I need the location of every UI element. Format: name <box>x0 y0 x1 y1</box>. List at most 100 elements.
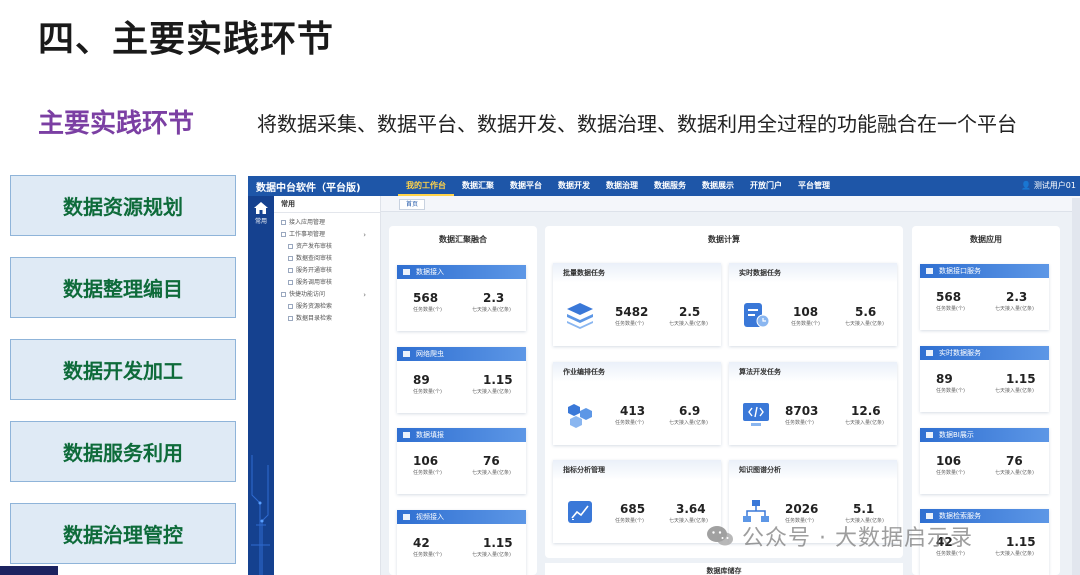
metric-label: 七天接入量(亿条) <box>669 518 708 524</box>
metric-value: 2.5 <box>679 305 701 319</box>
watermark-text: 公众号 · 大数据启示录 <box>742 526 973 551</box>
menu-item-label: 服务调用审核 <box>296 279 333 286</box>
doc-icon <box>288 316 293 321</box>
realtime-icon <box>926 350 933 356</box>
chart-icon <box>568 501 592 523</box>
metric-value: 76 <box>1006 454 1023 468</box>
metric-value: 413 <box>620 404 646 418</box>
metric-count: 106 任务数量(个) <box>413 454 442 476</box>
metric-label: 任务数量(个) <box>936 306 965 312</box>
stat-card[interactable]: 数据BI展示 106 任务数量(个) 76 七天接入量(亿条) <box>920 428 1049 494</box>
scrollbar[interactable] <box>1072 198 1080 575</box>
metric-value: 5.6 <box>855 305 877 319</box>
metric-value: 76 <box>483 454 500 468</box>
user-menu[interactable]: 👤 测试用户01 <box>1021 176 1076 196</box>
compute-card[interactable]: 作业编排任务 413 任务数量(个) 6.9 七天接入量(亿条) <box>553 362 721 445</box>
metric-value: 12.6 <box>851 404 881 418</box>
stat-card[interactable]: 数据填报 106 任务数量(个) 76 七天接入量(亿条) <box>397 428 526 494</box>
doc-icon <box>288 280 293 285</box>
menu-heading: 常用 <box>274 196 380 213</box>
compute-card[interactable]: 指标分析管理 685 任务数量(个) 3.64 七天接入量(亿条) <box>553 460 721 543</box>
doc-icon <box>288 304 293 309</box>
metric-volume: 5.6 七天接入量(亿条) <box>845 305 884 327</box>
metric-value: 89 <box>936 372 953 386</box>
search-icon <box>926 513 933 519</box>
card-title: 网络爬虫 <box>416 350 444 358</box>
card-title: 作业编排任务 <box>553 362 721 382</box>
step-box: 数据服务利用 <box>10 421 236 482</box>
metric-label: 任务数量(个) <box>615 321 644 327</box>
menu-item[interactable]: 数据查阅审核 <box>274 253 380 265</box>
menu-item-label: 数据查阅审核 <box>296 255 333 262</box>
storage-section-title: 数据库储存 <box>545 563 903 575</box>
stat-card[interactable]: 实时数据服务 89 任务数量(个) 1.15 七天接入量(亿条) <box>920 346 1049 412</box>
metric-label: 任务数量(个) <box>615 420 644 426</box>
stat-card[interactable]: 网络爬虫 89 任务数量(个) 1.15 七天接入量(亿条) <box>397 347 526 413</box>
side-menu: 常用 接入应用管理 工作事项管理 › 资产发布审核 数据查阅审核 服务开通审核 服… <box>274 196 381 575</box>
card-title: 算法开发任务 <box>729 362 897 382</box>
sidebar-label: 常用 <box>254 218 267 225</box>
menu-item[interactable]: 快捷功能访问 › <box>274 289 380 301</box>
metric-volume: 76 七天接入量(亿条) <box>472 454 511 476</box>
menu-item[interactable]: 工作事项管理 › <box>274 229 380 241</box>
metric-volume: 1.15 七天接入量(亿条) <box>995 372 1036 394</box>
card-title: 数据填报 <box>416 431 444 439</box>
metric-value: 2.3 <box>483 291 505 305</box>
folder-icon <box>281 232 286 237</box>
nav-development[interactable]: 数据开发 <box>550 176 598 196</box>
menu-item[interactable]: 资产发布审核 <box>274 241 380 253</box>
compute-card[interactable]: 算法开发任务 8703 任务数量(个) 12.6 七天接入量(亿条) <box>729 362 897 445</box>
column-title: 数据计算 <box>708 235 740 244</box>
wechat-icon <box>707 526 733 546</box>
card-title: 数据接口服务 <box>939 267 981 275</box>
folder-icon <box>281 292 286 297</box>
nav-admin[interactable]: 平台管理 <box>790 176 838 196</box>
card-header: 网络爬虫 <box>397 347 526 361</box>
menu-item[interactable]: 数据目录检索 <box>274 313 380 325</box>
metric-value: 1.15 <box>483 373 513 387</box>
nav-aggregation[interactable]: 数据汇聚 <box>454 176 502 196</box>
metric-value: 2.3 <box>1006 290 1028 304</box>
card-header: 数据BI展示 <box>920 428 1049 442</box>
menu-item[interactable]: 服务调用审核 <box>274 277 380 289</box>
menu-item[interactable]: 接入应用管理 <box>274 217 380 229</box>
icon-sidebar: 常用 <box>248 196 274 575</box>
grid-icon <box>926 268 933 274</box>
menu-item[interactable]: 服务资源检索 <box>274 301 380 313</box>
metric-volume: 2.3 七天接入量(亿条) <box>995 290 1034 312</box>
home-icon[interactable] <box>254 202 268 214</box>
nav-platform[interactable]: 数据平台 <box>502 176 550 196</box>
nav-governance[interactable]: 数据治理 <box>598 176 646 196</box>
nav-workbench[interactable]: 我的工作台 <box>398 176 454 196</box>
layers-icon <box>567 303 593 329</box>
card-title: 数据检索服务 <box>939 512 981 520</box>
menu-item-label: 数据目录检索 <box>296 315 333 322</box>
metric-count: 108 任务数量(个) <box>791 305 820 327</box>
doc-icon <box>281 220 286 225</box>
nav-service[interactable]: 数据服务 <box>646 176 694 196</box>
metric-label: 七天接入量(亿条) <box>669 420 708 426</box>
metric-label: 七天接入量(亿条) <box>472 307 511 313</box>
menu-item-label: 服务资源检索 <box>296 303 333 310</box>
stat-card[interactable]: 视频接入 42 任务数量(个) 1.15 七天接入量(亿条) <box>397 510 526 575</box>
card-header: 数据接入 <box>397 265 526 279</box>
step-box: 数据资源规划 <box>10 175 236 236</box>
stat-card[interactable]: 数据接口服务 568 任务数量(个) 2.3 七天接入量(亿条) <box>920 264 1049 330</box>
compute-card[interactable]: 实时数据任务 108 任务数量(个) 5.6 七天接入量(亿条) <box>729 263 897 346</box>
metric-value: 8703 <box>785 404 819 418</box>
nav-display[interactable]: 数据展示 <box>694 176 742 196</box>
nav-portal[interactable]: 开放门户 <box>742 176 790 196</box>
grid-icon <box>403 269 410 275</box>
metric-label: 任务数量(个) <box>615 518 644 524</box>
stat-card[interactable]: 数据接入 568 任务数量(个) 2.3 七天接入量(亿条) <box>397 265 526 331</box>
metric-label: 七天接入量(亿条) <box>995 470 1034 476</box>
menu-item[interactable]: 服务开通审核 <box>274 265 380 277</box>
tab-home[interactable]: 首页 <box>399 199 425 210</box>
menu-item-label: 接入应用管理 <box>289 219 326 226</box>
metric-count: 8703 任务数量(个) <box>785 404 818 426</box>
compute-card[interactable]: 批量数据任务 5482 任务数量(个) 2.5 七天接入量(亿条) <box>553 263 721 346</box>
user-name: 测试用户01 <box>1033 181 1076 190</box>
step-box: 数据治理管控 <box>10 503 236 564</box>
metric-label: 七天接入量(亿条) <box>472 470 511 476</box>
doc-icon <box>288 268 293 273</box>
